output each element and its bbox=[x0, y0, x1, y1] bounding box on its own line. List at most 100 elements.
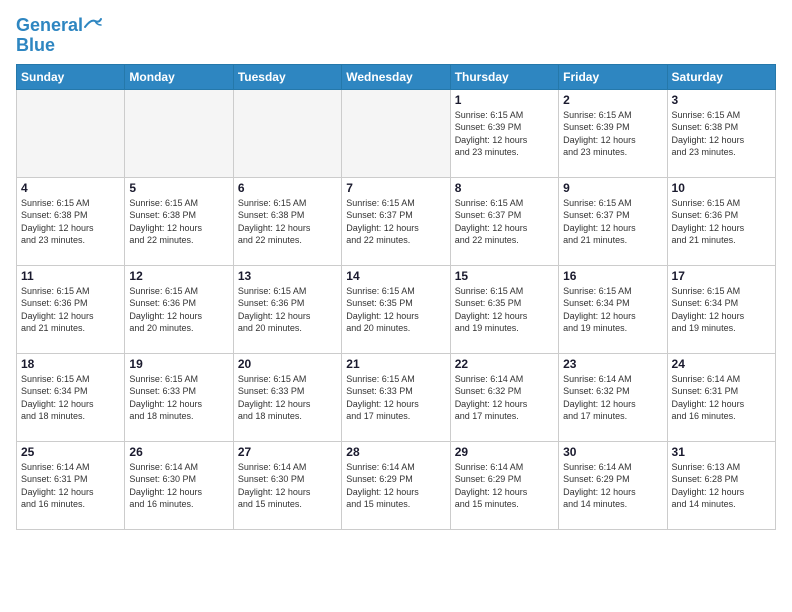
calendar-week-row: 1Sunrise: 6:15 AM Sunset: 6:39 PM Daylig… bbox=[17, 89, 776, 177]
day-header-monday: Monday bbox=[125, 64, 233, 89]
day-info: Sunrise: 6:15 AM Sunset: 6:38 PM Dayligh… bbox=[21, 197, 120, 247]
day-info: Sunrise: 6:15 AM Sunset: 6:36 PM Dayligh… bbox=[21, 285, 120, 335]
day-info: Sunrise: 6:15 AM Sunset: 6:37 PM Dayligh… bbox=[563, 197, 662, 247]
logo-blue: Blue bbox=[16, 36, 55, 56]
calendar-cell: 26 Sunrise: 6:14 AM Sunset: 6:30 PM Dayli… bbox=[125, 441, 233, 529]
calendar-week-row: 25 Sunrise: 6:14 AM Sunset: 6:31 PM Dayli… bbox=[17, 441, 776, 529]
calendar-cell: 1Sunrise: 6:15 AM Sunset: 6:39 PM Daylig… bbox=[450, 89, 558, 177]
day-info: Sunrise: 6:14 AM Sunset: 6:32 PM Dayligh… bbox=[455, 373, 554, 423]
day-info: Sunrise: 6:15 AM Sunset: 6:38 PM Dayligh… bbox=[129, 197, 228, 247]
calendar-cell: 5 Sunrise: 6:15 AM Sunset: 6:38 PM Daylig… bbox=[125, 177, 233, 265]
calendar-cell: 17 Sunrise: 6:15 AM Sunset: 6:34 PM Dayli… bbox=[667, 265, 775, 353]
calendar-cell: 8 Sunrise: 6:15 AM Sunset: 6:37 PM Daylig… bbox=[450, 177, 558, 265]
day-info: Sunrise: 6:13 AM Sunset: 6:28 PM Dayligh… bbox=[672, 461, 771, 511]
day-info: Sunrise: 6:15 AM Sunset: 6:38 PM Dayligh… bbox=[672, 109, 771, 159]
calendar-cell: 12 Sunrise: 6:15 AM Sunset: 6:36 PM Dayli… bbox=[125, 265, 233, 353]
day-info: Sunrise: 6:14 AM Sunset: 6:29 PM Dayligh… bbox=[346, 461, 445, 511]
day-info: Sunrise: 6:15 AM Sunset: 6:36 PM Dayligh… bbox=[129, 285, 228, 335]
day-number: 15 bbox=[455, 269, 554, 283]
day-number: 23 bbox=[563, 357, 662, 371]
logo-general: General bbox=[16, 15, 83, 35]
logo-bird-icon bbox=[83, 17, 103, 31]
logo-text: General bbox=[16, 16, 103, 36]
day-header-thursday: Thursday bbox=[450, 64, 558, 89]
calendar-cell: 20Sunrise: 6:15 AM Sunset: 6:33 PM Dayli… bbox=[233, 353, 341, 441]
day-header-saturday: Saturday bbox=[667, 64, 775, 89]
calendar-cell: 6Sunrise: 6:15 AM Sunset: 6:38 PM Daylig… bbox=[233, 177, 341, 265]
day-number: 10 bbox=[672, 181, 771, 195]
day-info: Sunrise: 6:14 AM Sunset: 6:31 PM Dayligh… bbox=[672, 373, 771, 423]
day-number: 18 bbox=[21, 357, 120, 371]
calendar-cell: 22Sunrise: 6:14 AM Sunset: 6:32 PM Dayli… bbox=[450, 353, 558, 441]
day-header-sunday: Sunday bbox=[17, 64, 125, 89]
day-number: 4 bbox=[21, 181, 120, 195]
calendar-cell: 29 Sunrise: 6:14 AM Sunset: 6:29 PM Dayli… bbox=[450, 441, 558, 529]
day-number: 17 bbox=[672, 269, 771, 283]
day-info: Sunrise: 6:15 AM Sunset: 6:34 PM Dayligh… bbox=[563, 285, 662, 335]
calendar-table: SundayMondayTuesdayWednesdayThursdayFrid… bbox=[16, 64, 776, 530]
calendar-header-row: SundayMondayTuesdayWednesdayThursdayFrid… bbox=[17, 64, 776, 89]
day-number: 6 bbox=[238, 181, 337, 195]
calendar-cell: 25 Sunrise: 6:14 AM Sunset: 6:31 PM Dayli… bbox=[17, 441, 125, 529]
calendar-cell: 11 Sunrise: 6:15 AM Sunset: 6:36 PM Dayli… bbox=[17, 265, 125, 353]
day-info: Sunrise: 6:14 AM Sunset: 6:29 PM Dayligh… bbox=[563, 461, 662, 511]
calendar-cell: 19 Sunrise: 6:15 AM Sunset: 6:33 PM Dayli… bbox=[125, 353, 233, 441]
calendar-cell bbox=[342, 89, 450, 177]
page-header: General Blue bbox=[16, 16, 776, 56]
day-info: Sunrise: 6:15 AM Sunset: 6:35 PM Dayligh… bbox=[455, 285, 554, 335]
day-info: Sunrise: 6:14 AM Sunset: 6:29 PM Dayligh… bbox=[455, 461, 554, 511]
day-number: 31 bbox=[672, 445, 771, 459]
day-number: 7 bbox=[346, 181, 445, 195]
day-number: 13 bbox=[238, 269, 337, 283]
calendar-week-row: 4 Sunrise: 6:15 AM Sunset: 6:38 PM Daylig… bbox=[17, 177, 776, 265]
day-info: Sunrise: 6:15 AM Sunset: 6:34 PM Dayligh… bbox=[672, 285, 771, 335]
day-number: 24 bbox=[672, 357, 771, 371]
day-number: 29 bbox=[455, 445, 554, 459]
calendar-cell: 13 Sunrise: 6:15 AM Sunset: 6:36 PM Dayli… bbox=[233, 265, 341, 353]
day-info: Sunrise: 6:15 AM Sunset: 6:33 PM Dayligh… bbox=[346, 373, 445, 423]
calendar-cell: 28 Sunrise: 6:14 AM Sunset: 6:29 PM Dayli… bbox=[342, 441, 450, 529]
day-number: 11 bbox=[21, 269, 120, 283]
day-info: Sunrise: 6:14 AM Sunset: 6:32 PM Dayligh… bbox=[563, 373, 662, 423]
calendar-cell: 9 Sunrise: 6:15 AM Sunset: 6:37 PM Daylig… bbox=[559, 177, 667, 265]
day-number: 2 bbox=[563, 93, 662, 107]
day-info: Sunrise: 6:15 AM Sunset: 6:39 PM Dayligh… bbox=[563, 109, 662, 159]
day-info: Sunrise: 6:15 AM Sunset: 6:33 PM Dayligh… bbox=[129, 373, 228, 423]
day-number: 30 bbox=[563, 445, 662, 459]
day-info: Sunrise: 6:14 AM Sunset: 6:31 PM Dayligh… bbox=[21, 461, 120, 511]
day-header-friday: Friday bbox=[559, 64, 667, 89]
calendar-cell: 14 Sunrise: 6:15 AM Sunset: 6:35 PM Dayli… bbox=[342, 265, 450, 353]
day-number: 5 bbox=[129, 181, 228, 195]
day-number: 25 bbox=[21, 445, 120, 459]
calendar-cell bbox=[17, 89, 125, 177]
calendar-cell: 23 Sunrise: 6:14 AM Sunset: 6:32 PM Dayli… bbox=[559, 353, 667, 441]
day-number: 26 bbox=[129, 445, 228, 459]
day-number: 19 bbox=[129, 357, 228, 371]
day-info: Sunrise: 6:15 AM Sunset: 6:34 PM Dayligh… bbox=[21, 373, 120, 423]
day-info: Sunrise: 6:15 AM Sunset: 6:37 PM Dayligh… bbox=[455, 197, 554, 247]
day-number: 28 bbox=[346, 445, 445, 459]
day-info: Sunrise: 6:15 AM Sunset: 6:35 PM Dayligh… bbox=[346, 285, 445, 335]
calendar-cell: 10 Sunrise: 6:15 AM Sunset: 6:36 PM Dayli… bbox=[667, 177, 775, 265]
day-number: 8 bbox=[455, 181, 554, 195]
calendar-cell: 3Sunrise: 6:15 AM Sunset: 6:38 PM Daylig… bbox=[667, 89, 775, 177]
day-info: Sunrise: 6:15 AM Sunset: 6:37 PM Dayligh… bbox=[346, 197, 445, 247]
day-info: Sunrise: 6:15 AM Sunset: 6:36 PM Dayligh… bbox=[672, 197, 771, 247]
calendar-week-row: 18 Sunrise: 6:15 AM Sunset: 6:34 PM Dayli… bbox=[17, 353, 776, 441]
day-number: 9 bbox=[563, 181, 662, 195]
calendar-cell: 15 Sunrise: 6:15 AM Sunset: 6:35 PM Dayli… bbox=[450, 265, 558, 353]
day-header-wednesday: Wednesday bbox=[342, 64, 450, 89]
calendar-cell: 31 Sunrise: 6:13 AM Sunset: 6:28 PM Dayli… bbox=[667, 441, 775, 529]
day-info: Sunrise: 6:15 AM Sunset: 6:36 PM Dayligh… bbox=[238, 285, 337, 335]
calendar-cell bbox=[233, 89, 341, 177]
calendar-cell: 27Sunrise: 6:14 AM Sunset: 6:30 PM Dayli… bbox=[233, 441, 341, 529]
calendar-cell: 16Sunrise: 6:15 AM Sunset: 6:34 PM Dayli… bbox=[559, 265, 667, 353]
calendar-cell bbox=[125, 89, 233, 177]
day-info: Sunrise: 6:14 AM Sunset: 6:30 PM Dayligh… bbox=[129, 461, 228, 511]
day-info: Sunrise: 6:15 AM Sunset: 6:33 PM Dayligh… bbox=[238, 373, 337, 423]
day-info: Sunrise: 6:14 AM Sunset: 6:30 PM Dayligh… bbox=[238, 461, 337, 511]
day-number: 12 bbox=[129, 269, 228, 283]
calendar-cell: 24 Sunrise: 6:14 AM Sunset: 6:31 PM Dayli… bbox=[667, 353, 775, 441]
calendar-cell: 2 Sunrise: 6:15 AM Sunset: 6:39 PM Daylig… bbox=[559, 89, 667, 177]
day-number: 14 bbox=[346, 269, 445, 283]
